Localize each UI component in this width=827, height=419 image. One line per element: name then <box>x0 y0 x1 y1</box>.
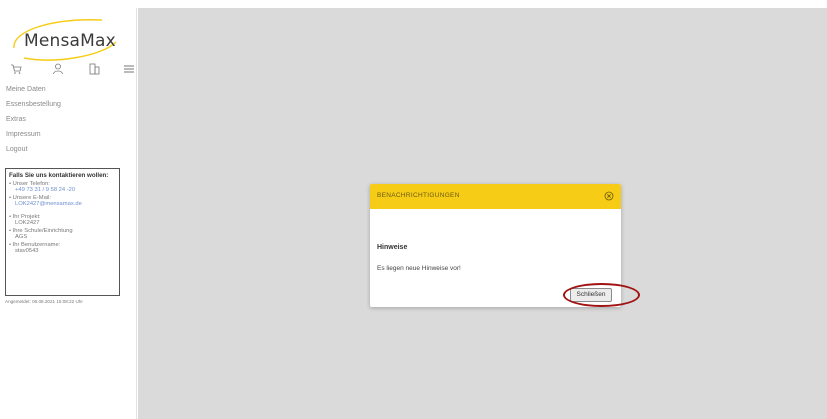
menu-icon[interactable] <box>123 63 135 75</box>
project-value: LOK2427 <box>15 220 40 226</box>
dialog-heading: Hinweise <box>377 244 408 251</box>
phone-link[interactable]: +49 73 31 / 9 58 24 -20 <box>9 187 116 193</box>
sidebar-item-extras[interactable]: Extras <box>6 112 134 127</box>
sidebar-item-meine-daten[interactable]: Meine Daten <box>6 82 134 97</box>
dialog-header: BENACHRICHTIGUNGEN <box>370 184 621 209</box>
logo-text: MensaMax <box>24 31 116 51</box>
app-frame: MensaMax Meine Daten Essensbestellung Ex… <box>0 0 827 419</box>
login-timestamp: Angemeldet: 06.08.2021 15:08:22 Uhr <box>5 299 83 304</box>
building-icon[interactable] <box>88 63 100 75</box>
cart-icon[interactable] <box>10 63 22 75</box>
contact-heading: Falls Sie uns kontaktieren wollen: <box>9 172 109 179</box>
close-icon[interactable] <box>604 191 614 201</box>
dialog-message: Es liegen neue Hinweise vor! <box>377 265 461 272</box>
dialog-title: BENACHRICHTIGUNGEN <box>377 192 460 199</box>
contact-box: Falls Sie uns kontaktieren wollen: • Uns… <box>5 168 120 296</box>
school-value: AGS <box>15 234 28 240</box>
person-icon[interactable] <box>52 63 64 75</box>
logo[interactable]: MensaMax <box>6 14 122 64</box>
sidebar-nav: Meine Daten Essensbestellung Extras Impr… <box>6 82 134 157</box>
username-value: stav0543 <box>15 248 39 254</box>
sidebar-item-essensbestellung[interactable]: Essensbestellung <box>6 97 134 112</box>
sidebar-item-impressum[interactable]: Impressum <box>6 127 134 142</box>
sidebar-item-logout[interactable]: Logout <box>6 142 134 157</box>
highlight-circle <box>563 283 640 307</box>
contact-spacer <box>9 207 116 212</box>
icon-toolbar <box>6 63 136 77</box>
sidebar: MensaMax Meine Daten Essensbestellung Ex… <box>0 8 137 419</box>
